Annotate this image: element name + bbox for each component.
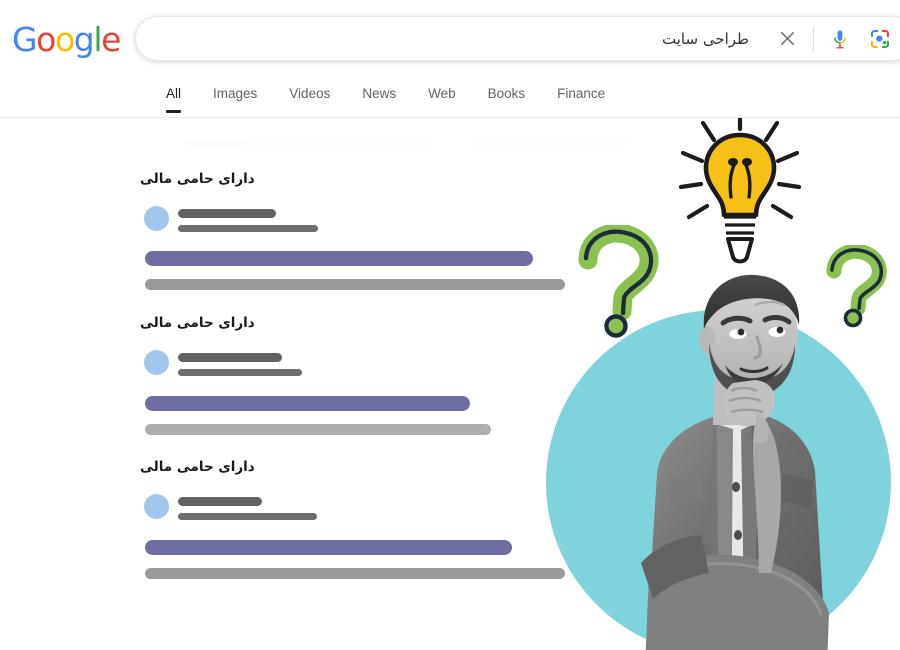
tab-all[interactable]: All <box>150 86 197 113</box>
skeleton-description-bar <box>145 424 491 435</box>
logo-letter-1: o <box>36 20 56 59</box>
tab-web[interactable]: Web <box>412 86 472 113</box>
skeleton-subtitle-bar <box>178 225 318 232</box>
skeleton-subtitle-bar <box>178 369 302 376</box>
faded-placeholder-row <box>185 140 435 148</box>
skeleton-title-bar <box>178 353 282 362</box>
skeleton-headline-bar <box>145 396 470 411</box>
logo-letter-3: g <box>73 20 95 59</box>
tab-images[interactable]: Images <box>197 86 273 113</box>
close-icon <box>780 31 794 46</box>
logo-letter-5: e <box>101 20 121 59</box>
header-divider <box>0 117 900 118</box>
page-header: Google طراحی سایت All Images Videos News… <box>0 0 900 118</box>
advertiser-avatar <box>144 206 169 231</box>
google-lens-icon <box>870 29 890 48</box>
skeleton-headline-bar <box>145 540 512 555</box>
skeleton-description-bar <box>145 279 565 290</box>
search-input[interactable] <box>136 29 767 48</box>
tab-finance[interactable]: Finance <box>541 86 621 113</box>
voice-search-button[interactable] <box>820 19 860 59</box>
tab-news[interactable]: News <box>346 86 412 113</box>
skeleton-description-bar <box>145 568 565 579</box>
logo-letter-0: G <box>12 20 38 59</box>
google-logo[interactable]: Google <box>12 20 121 59</box>
logo-letter-2: o <box>54 20 75 59</box>
faded-placeholder-row <box>470 138 630 147</box>
advertiser-avatar <box>144 350 169 375</box>
skeleton-subtitle-bar <box>178 513 317 520</box>
skeleton-title-bar <box>178 209 276 218</box>
search-actions <box>767 19 900 59</box>
sponsored-label: دارای حامی مالی <box>140 171 255 187</box>
tab-videos[interactable]: Videos <box>273 86 346 113</box>
lens-search-button[interactable] <box>860 19 900 59</box>
search-results: دارای حامی مالی دارای حامی مالی دارای حامی… <box>0 118 900 650</box>
google-search-page: Google طراحی سایت All Images Videos News… <box>0 0 900 650</box>
tab-books[interactable]: Books <box>472 86 542 113</box>
sponsored-label: دارای حامی مالی <box>140 459 255 475</box>
skeleton-title-bar <box>178 497 262 506</box>
search-tabs: All Images Videos News Web Books Finance <box>150 86 621 113</box>
clear-search-button[interactable] <box>767 19 807 59</box>
search-action-divider <box>813 26 814 51</box>
advertiser-avatar <box>144 494 169 519</box>
logo-letter-4: l <box>93 20 102 59</box>
microphone-icon <box>834 30 846 48</box>
sponsored-label: دارای حامی مالی <box>140 315 255 331</box>
search-bar[interactable] <box>135 16 900 61</box>
skeleton-headline-bar <box>145 251 533 266</box>
